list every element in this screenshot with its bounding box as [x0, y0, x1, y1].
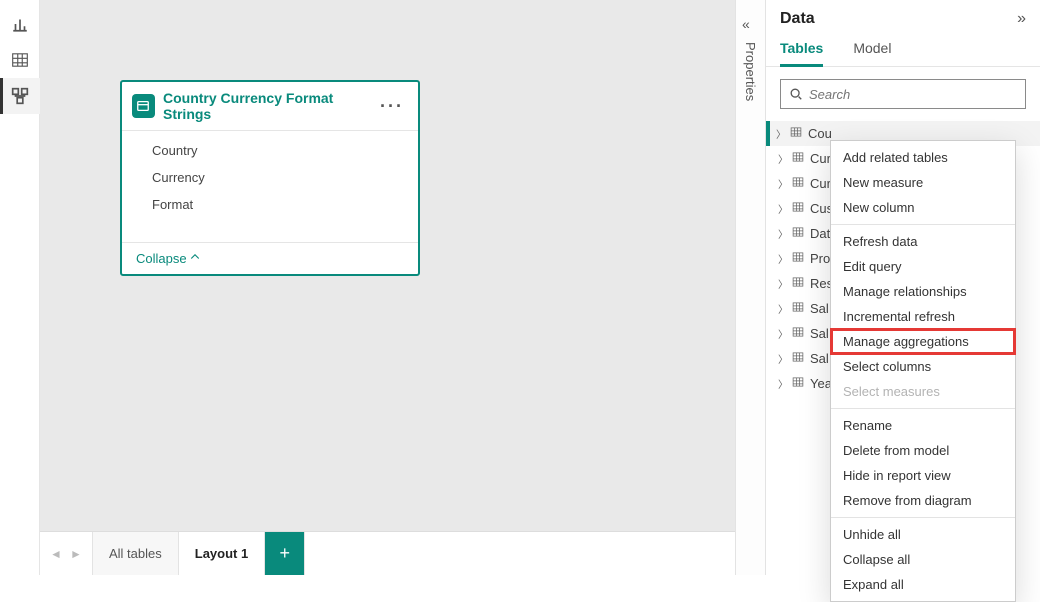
table-name: Cur: [810, 176, 831, 191]
menu-item[interactable]: Incremental refresh: [831, 304, 1015, 329]
menu-item[interactable]: Refresh data: [831, 229, 1015, 254]
menu-item[interactable]: Expand all: [831, 572, 1015, 597]
menu-item[interactable]: Collapse all: [831, 547, 1015, 572]
table-context-menu: Add related tablesNew measureNew column R…: [830, 140, 1016, 602]
table-name: Cou: [808, 126, 832, 141]
chevron-right-icon: 〉: [774, 126, 788, 141]
tabs-next-button[interactable]: ►: [66, 532, 86, 576]
table-name: Cur: [810, 151, 831, 166]
menu-item[interactable]: Manage aggregations: [831, 329, 1015, 354]
table-icon: [790, 176, 806, 191]
table-name: Sal: [810, 326, 829, 341]
model-icon: [11, 87, 29, 105]
table-name: Yea: [810, 376, 832, 391]
table-icon: [790, 151, 806, 166]
menu-item[interactable]: Add related tables: [831, 145, 1015, 170]
menu-separator: [831, 517, 1015, 518]
view-rail: [0, 0, 40, 575]
chevron-double-left-icon[interactable]: «: [742, 16, 750, 32]
search-input-wrap[interactable]: [780, 79, 1026, 109]
table-name: Pro: [810, 251, 830, 266]
layout-tabstrip: ◄ ► All tables Layout 1 +: [40, 531, 735, 575]
card-more-button[interactable]: ···: [376, 97, 408, 115]
diagram-canvas[interactable]: Country Currency Format Strings ··· Coun…: [40, 0, 735, 531]
menu-item[interactable]: Edit query: [831, 254, 1015, 279]
tab-tables[interactable]: Tables: [780, 40, 823, 67]
data-pane-tabs: Tables Model: [766, 32, 1040, 67]
menu-separator: [831, 224, 1015, 225]
table-icon: [790, 226, 806, 241]
chevron-right-icon: 〉: [776, 151, 790, 166]
properties-label: Properties: [743, 42, 758, 101]
chevron-up-icon: [189, 251, 201, 266]
collapse-label: Collapse: [136, 251, 187, 266]
menu-item[interactable]: Rename: [831, 413, 1015, 438]
table-icon: [790, 251, 806, 266]
menu-item[interactable]: Hide in report view: [831, 463, 1015, 488]
card-title: Country Currency Format Strings: [163, 90, 376, 122]
menu-item[interactable]: Select columns: [831, 354, 1015, 379]
card-header[interactable]: Country Currency Format Strings ···: [122, 82, 418, 131]
table-icon: [790, 301, 806, 316]
chevron-right-icon: 〉: [776, 301, 790, 316]
data-view-button[interactable]: [0, 42, 40, 78]
menu-item[interactable]: Delete from model: [831, 438, 1015, 463]
card-field[interactable]: Currency: [122, 164, 418, 191]
tab-model[interactable]: Model: [853, 40, 891, 66]
table-icon: [790, 351, 806, 366]
table-icon: [132, 94, 155, 118]
card-collapse-button[interactable]: Collapse: [122, 242, 418, 274]
table-icon: [790, 276, 806, 291]
tab-nav: ◄ ►: [40, 532, 93, 575]
diagram-table-card[interactable]: Country Currency Format Strings ··· Coun…: [120, 80, 420, 276]
menu-separator: [831, 408, 1015, 409]
search-input[interactable]: [809, 87, 1017, 102]
data-pane-header: Data »: [766, 0, 1040, 32]
table-name: Sal: [810, 301, 829, 316]
menu-item[interactable]: New measure: [831, 170, 1015, 195]
search-icon: [789, 87, 803, 101]
chevron-right-icon: 〉: [776, 251, 790, 266]
table-name: Sal: [810, 351, 829, 366]
tabs-prev-button[interactable]: ◄: [46, 532, 66, 576]
tab-layout-1[interactable]: Layout 1: [179, 532, 265, 575]
table-icon: [788, 126, 804, 141]
diagram-area: Country Currency Format Strings ··· Coun…: [40, 0, 735, 575]
table-name: Dat: [810, 226, 830, 241]
chevron-right-icon: 〉: [776, 226, 790, 241]
report-view-button[interactable]: [0, 6, 40, 42]
menu-item[interactable]: Unhide all: [831, 522, 1015, 547]
card-field[interactable]: Format: [122, 191, 418, 218]
chevron-right-icon: 〉: [776, 376, 790, 391]
card-fields: Country Currency Format: [122, 131, 418, 242]
add-layout-button[interactable]: +: [265, 532, 305, 575]
menu-item[interactable]: Manage relationships: [831, 279, 1015, 304]
chevron-right-icon: 〉: [776, 176, 790, 191]
table-icon: [11, 51, 29, 69]
menu-item[interactable]: Remove from diagram: [831, 488, 1015, 513]
menu-item[interactable]: New column: [831, 195, 1015, 220]
properties-pane-collapsed[interactable]: « Properties: [735, 0, 765, 575]
chevron-right-icon: 〉: [776, 351, 790, 366]
chevron-right-icon: 〉: [776, 276, 790, 291]
menu-item: Select measures: [831, 379, 1015, 404]
chevron-right-icon: 〉: [776, 326, 790, 341]
bar-chart-icon: [11, 15, 29, 33]
card-field[interactable]: Country: [122, 137, 418, 164]
table-icon: [790, 326, 806, 341]
model-view-button[interactable]: [0, 78, 40, 114]
tab-all-tables[interactable]: All tables: [93, 532, 179, 575]
data-pane-title: Data: [780, 10, 815, 28]
table-icon: [790, 376, 806, 391]
chevron-double-right-icon[interactable]: »: [1017, 10, 1026, 28]
app-root: Country Currency Format Strings ··· Coun…: [0, 0, 1040, 575]
chevron-right-icon: 〉: [776, 201, 790, 216]
table-icon: [790, 201, 806, 216]
